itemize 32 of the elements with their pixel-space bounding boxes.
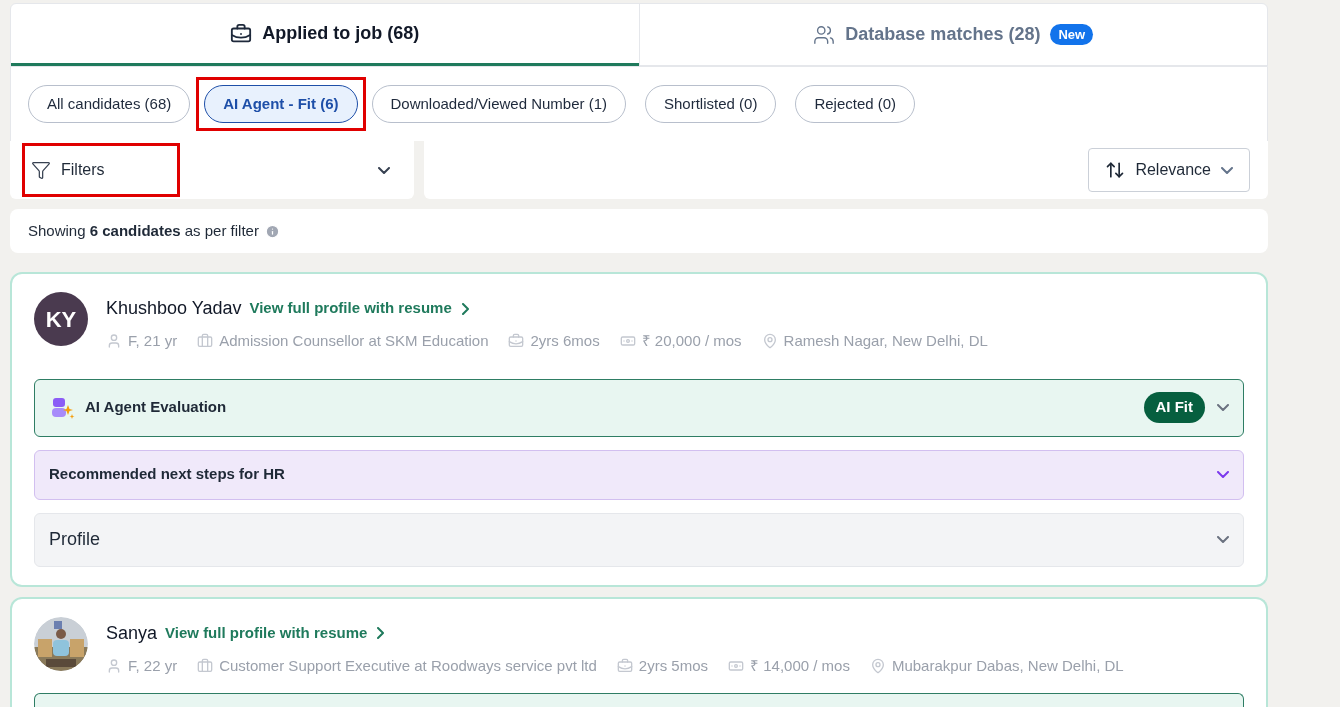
section-title: Recommended next steps for HR: [49, 464, 285, 485]
fit-badge: AI Fit: [1143, 392, 1205, 423]
summary-text: Showing 6 candidates as per filter: [28, 220, 259, 241]
filter-chip[interactable]: AI Agent - Fit (6): [204, 85, 358, 123]
meta-text: F, 22 yr: [128, 655, 178, 676]
avatar: KY: [34, 292, 88, 346]
steps-panel[interactable]: Recommended next steps for HR: [34, 449, 1244, 500]
meta-text: Admission Counsellor at SKM Education: [219, 331, 489, 351]
filter-chip[interactable]: All candidates (68): [28, 85, 191, 123]
filters-label[interactable]: Filters: [61, 158, 105, 182]
new-badge: New: [1050, 23, 1094, 46]
candidate-name: Sanya: [106, 621, 158, 645]
meta-text: Ramesh Nagar, New Delhi, DL: [783, 331, 988, 351]
meta-text: Customer Support Executive at Roodways service pvt ltd: [219, 655, 597, 676]
filter-chip[interactable]: Shortlisted (0): [645, 85, 777, 123]
meta-text: Mubarakpur Dabas, New Delhi, DL: [891, 655, 1124, 676]
meta-text: 2yrs 6mos: [530, 331, 600, 351]
meta-text: 2yrs 5mos: [638, 655, 709, 676]
profile-link[interactable]: View full profile with resume: [165, 621, 385, 645]
section-title: AI Agent Evaluation: [85, 397, 227, 418]
meta-text: F, 21 yr: [128, 331, 178, 351]
profile-link[interactable]: View full profile with resume: [249, 297, 469, 320]
filter-chip[interactable]: Rejected (0): [795, 85, 916, 123]
meta-text: ₹ 14,000 / mos: [750, 655, 850, 676]
sort-dropdown[interactable]: Relevance: [1088, 148, 1250, 192]
section-title: Profile: [49, 528, 101, 551]
tab[interactable]: Database matches (28) New: [638, 4, 1267, 66]
meta-text: ₹ 20,000 / mos: [641, 331, 742, 351]
profile-panel[interactable]: Profile: [34, 512, 1244, 567]
candidate-name: Khushboo Yadav: [106, 297, 242, 320]
filter-chip[interactable]: Downloaded/Viewed Number (1): [371, 85, 626, 123]
evaluation-panel[interactable]: AI Agent Evaluation AI Fit: [34, 378, 1244, 437]
